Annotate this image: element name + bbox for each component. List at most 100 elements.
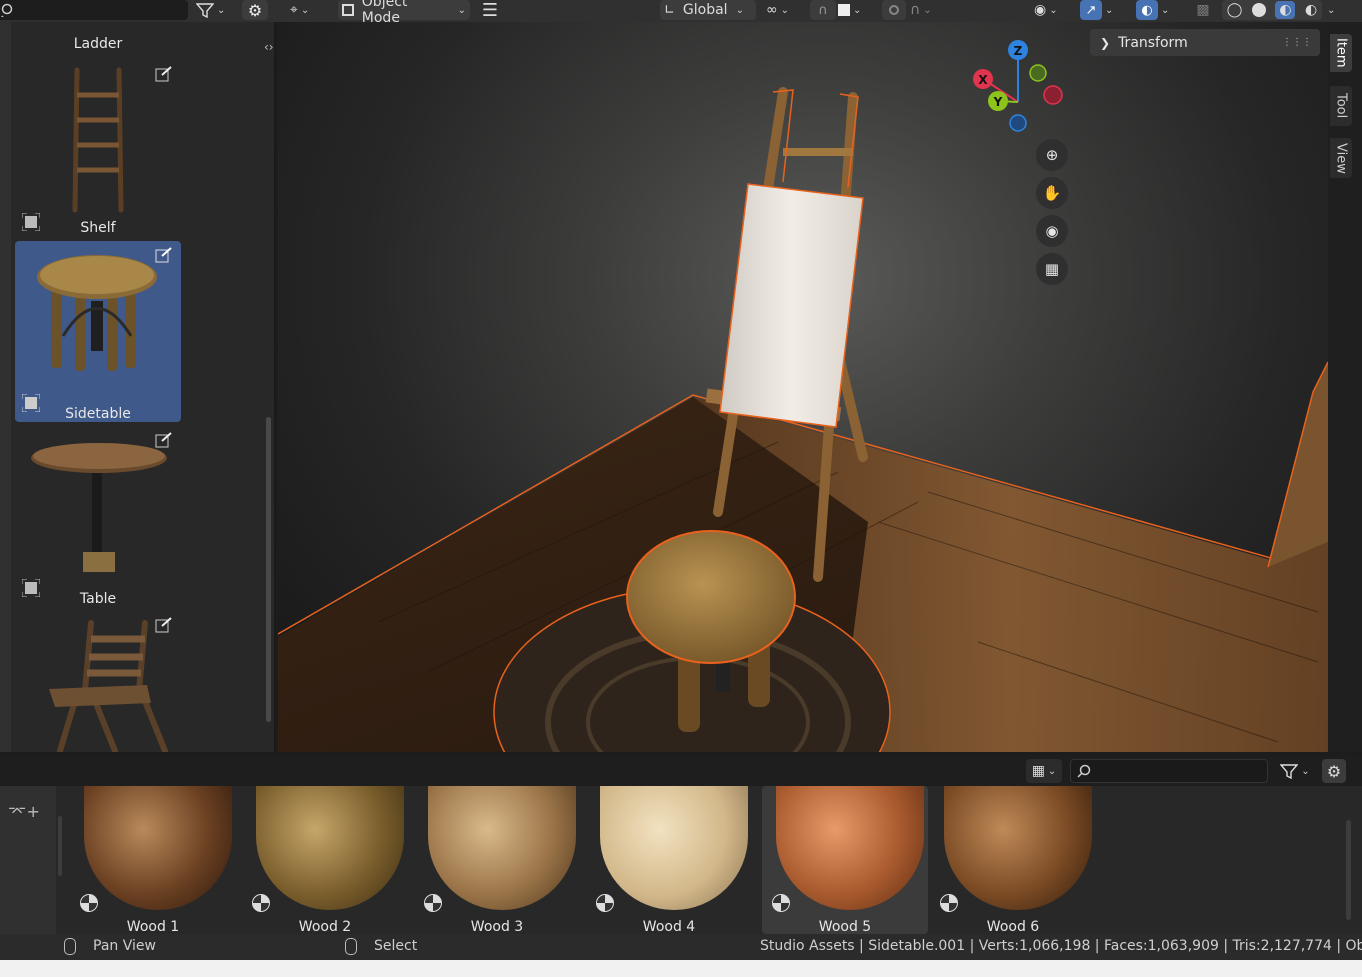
status-bar: Pan View Select Studio Assets | Sidetabl… <box>0 934 1362 960</box>
asset-label-sidetable: Sidetable <box>65 406 131 422</box>
asset-label-shelf: Shelf <box>80 220 116 236</box>
settings-button[interactable]: ⚙ <box>242 0 268 20</box>
shading-options-dropdown[interactable]: ⌄ <box>1324 0 1340 20</box>
asset-tile-shelf[interactable]: Shelf <box>15 60 181 241</box>
material-tile-wood-3[interactable]: Wood 3 <box>414 786 580 935</box>
material-browser-scrollbar[interactable] <box>1346 820 1351 920</box>
sidebar-scrollbar[interactable] <box>58 816 62 876</box>
material-type-icon <box>424 894 442 912</box>
chevron-down-icon: ⌄ <box>1047 765 1057 777</box>
orientation-icon: ∟ <box>664 2 675 18</box>
falloff-dropdown[interactable]: ∩ ⌄ <box>910 0 944 20</box>
material-tile-wood-6[interactable]: Wood 6 <box>930 786 1096 935</box>
chevron-right-icon: ❯ <box>1100 35 1111 50</box>
eye-icon: ◉ <box>1034 2 1047 18</box>
square-icon <box>838 4 850 16</box>
material-tile-wood-2[interactable]: Wood 2 <box>242 786 408 935</box>
navigation-gizmo[interactable]: Z X Y <box>968 36 1078 146</box>
pan-view-hint: Pan View <box>93 938 156 954</box>
zoom-icon: ⊕ <box>1045 146 1059 164</box>
chevron-down-icon: ⌄ <box>735 4 744 16</box>
catalog-add-icon[interactable]: ⌤+ <box>8 802 40 821</box>
filter-dropdown[interactable]: ⌄ <box>196 0 232 20</box>
filter-icon <box>1280 764 1299 779</box>
ortho-toggle-button[interactable]: ▦ <box>1036 253 1068 285</box>
magnet-icon: ∩ <box>818 2 828 18</box>
zoom-button[interactable]: ⊕ <box>1036 139 1068 171</box>
chevron-down-icon: ⌄ <box>923 4 932 16</box>
collapse-panel-icon[interactable]: ‹› <box>264 40 274 54</box>
transform-orientation-dropdown[interactable]: ∟ Global ⌄ <box>660 0 756 20</box>
camera-view-button[interactable]: ◉ <box>1036 215 1068 247</box>
material-preview <box>944 786 1092 910</box>
asset-search-input[interactable] <box>0 0 188 20</box>
hand-icon: ✋ <box>1042 184 1062 202</box>
snap-toggle[interactable]: ∩ <box>810 0 836 20</box>
table-thumbnail <box>31 443 167 572</box>
gizmo-z-label: Z <box>1014 44 1023 58</box>
material-search-input[interactable] <box>1070 759 1268 783</box>
tab-item[interactable]: Item <box>1330 34 1352 72</box>
gizmo-icon: ↗ <box>1080 0 1102 20</box>
material-preview <box>256 786 404 910</box>
material-type-icon <box>80 894 98 912</box>
material-type-icon <box>772 894 790 912</box>
chevron-down-icon: ⌄ <box>1161 4 1170 16</box>
display-mode-dropdown[interactable]: ▦ ⌄ <box>1026 759 1062 783</box>
overlays-dropdown[interactable]: ◐ ⌄ <box>1136 0 1180 20</box>
edit-asset-icon[interactable] <box>155 247 173 263</box>
asset-tile-sidetable[interactable]: Sidetable <box>15 241 181 422</box>
gizmo-y-label: Y <box>993 95 1003 109</box>
chevron-down-icon: ⌄ <box>1327 4 1336 16</box>
gizmo-x-label: X <box>978 73 988 87</box>
gizmo-dropdown[interactable]: ↗ ⌄ <box>1080 0 1124 20</box>
drag-handle-icon[interactable]: ⋮⋮⋮ <box>1282 37 1312 48</box>
material-preview <box>428 786 576 910</box>
material-shading-icon[interactable]: ◐ <box>1275 1 1296 19</box>
material-tile-wood-4[interactable]: Wood 4 <box>586 786 752 935</box>
proportional-icon <box>889 5 899 15</box>
select-hint: Select <box>374 938 418 954</box>
material-label: Wood 2 <box>298 919 352 935</box>
material-label: Wood 6 <box>986 919 1040 935</box>
proportional-edit-toggle[interactable] <box>882 0 906 20</box>
shelf-thumbnail <box>72 67 124 213</box>
gear-icon: ⚙ <box>1326 761 1342 781</box>
transform-panel-header[interactable]: ❯ Transform ⋮⋮⋮ <box>1090 29 1320 56</box>
asset-browser-scrollbar[interactable] <box>266 417 271 722</box>
material-tile-wood-1[interactable]: Wood 1 <box>70 786 236 935</box>
edit-asset-icon[interactable] <box>155 66 173 82</box>
asset-browser-sidebar-strip <box>0 22 11 752</box>
pivot-dropdown[interactable]: ∞ ⌄ <box>766 0 802 20</box>
3d-viewport[interactable]: Z X Y ⊕ ✋ ◉ ▦ <box>278 22 1328 752</box>
asset-tile-chair[interactable] <box>15 611 181 752</box>
edit-asset-icon[interactable] <box>155 432 173 448</box>
editor-type-dropdown[interactable]: ⌖ ⌄ <box>290 0 328 20</box>
viewport-header: ⌄ ⚙ ⌖ ⌄ Object Mode ⌄ ☰ ∟ Global ⌄ ∞ ⌄ ∩ ⌄… <box>0 0 1362 26</box>
sidebar-tabs: Item Tool View <box>1328 22 1362 752</box>
wireframe-shading-icon[interactable]: ◯ <box>1227 2 1243 18</box>
visibility-dropdown[interactable]: ◉ ⌄ <box>1034 0 1072 20</box>
snap-target-dropdown[interactable]: ⌄ <box>838 0 874 20</box>
pan-button[interactable]: ✋ <box>1036 177 1068 209</box>
material-browser-header: ▦ ⌄ ⌄ ⚙ <box>0 756 1362 786</box>
material-filter-dropdown[interactable]: ⌄ <box>1276 759 1314 783</box>
shading-mode-group: ◯ ◐ ◐ <box>1222 0 1322 20</box>
tab-view[interactable]: View <box>1330 138 1352 178</box>
object-mode-dropdown[interactable]: Object Mode ⌄ <box>338 0 470 26</box>
menu-button[interactable]: ☰ <box>480 0 500 21</box>
xray-toggle[interactable]: ▩ <box>1192 0 1214 20</box>
chevron-down-icon: ⌄ <box>853 4 862 16</box>
chevron-down-icon: ⌄ <box>780 4 790 16</box>
orientation-label: Global <box>682 2 728 18</box>
search-icon <box>1 3 13 17</box>
chevron-down-icon: ⌄ <box>1301 765 1310 777</box>
material-tile-wood-5[interactable]: Wood 5 <box>762 786 928 935</box>
asset-tile-table[interactable]: Table <box>15 426 181 607</box>
solid-shading-icon[interactable] <box>1251 3 1266 17</box>
edit-asset-icon[interactable] <box>155 617 173 633</box>
material-settings-button[interactable]: ⚙ <box>1322 759 1346 783</box>
rendered-shading-icon[interactable]: ◐ <box>1305 2 1317 18</box>
tab-tool[interactable]: Tool <box>1330 86 1352 126</box>
grid-view-icon: ▦ <box>1031 763 1045 779</box>
